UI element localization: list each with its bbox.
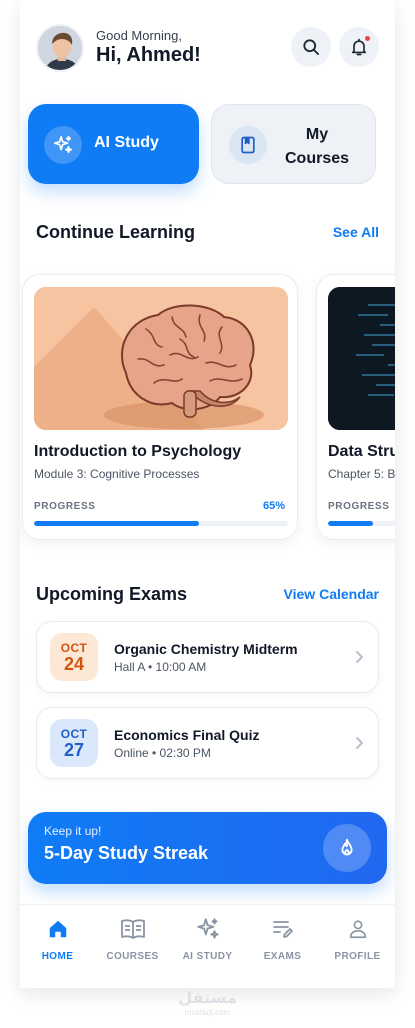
nav-label: PROFILE bbox=[334, 951, 381, 962]
nav-exams[interactable]: EXAMS bbox=[245, 915, 320, 962]
chevron-right-icon bbox=[356, 737, 363, 749]
course-module: Module 3: Cognitive Processes bbox=[34, 467, 200, 481]
course-card[interactable]: Introduction to Psychology Module 3: Cog… bbox=[22, 274, 298, 540]
search-icon bbox=[303, 39, 319, 55]
exam-day: 24 bbox=[63, 654, 85, 674]
sparkle-icon-wrap bbox=[44, 126, 82, 164]
exam-month: OCT bbox=[60, 727, 88, 741]
greeting-text: Good Morning, bbox=[96, 28, 182, 43]
ai-study-label: AI Study bbox=[94, 134, 159, 151]
streak-caption: Keep it up! bbox=[44, 824, 102, 838]
streak-title: 5-Day Study Streak bbox=[44, 843, 209, 863]
nav-label: COURSES bbox=[106, 951, 159, 962]
person-icon bbox=[349, 920, 366, 939]
exam-title: Organic Chemistry Midterm bbox=[114, 641, 298, 657]
study-streak-banner[interactable]: Keep it up! 5-Day Study Streak bbox=[28, 812, 387, 884]
progress-percent: 65% bbox=[262, 500, 285, 512]
my-courses-label: My Courses bbox=[284, 126, 350, 167]
user-greeting-name: Hi, Ahmed! bbox=[96, 44, 201, 66]
notifications-button[interactable] bbox=[339, 27, 379, 67]
nav-profile[interactable]: PROFILE bbox=[320, 915, 395, 962]
view-calendar-link[interactable]: View Calendar bbox=[284, 586, 379, 602]
see-all-link[interactable]: See All bbox=[333, 224, 379, 240]
watermark-logo: مستقل mostaql.com bbox=[0, 990, 415, 1017]
home-icon bbox=[49, 920, 66, 938]
exam-date: OCT 27 bbox=[50, 719, 98, 767]
bottom-nav: HOME COURSES AI STUDY EXAMS PROFILE bbox=[20, 904, 395, 988]
course-card[interactable]: Data Structures Chapter 5: Binary Trees … bbox=[316, 274, 395, 540]
nav-ai-study[interactable]: AI STUDY bbox=[170, 915, 245, 962]
nav-label: AI STUDY bbox=[182, 951, 233, 962]
course-title: Data Structures bbox=[328, 443, 395, 460]
course-module: Chapter 5: Binary Trees bbox=[328, 467, 395, 481]
progress-fill bbox=[34, 521, 200, 526]
notification-dot bbox=[365, 36, 370, 41]
course-title: Introduction to Psychology bbox=[34, 443, 242, 460]
header: Good Morning, Hi, Ahmed! bbox=[20, 22, 395, 74]
exam-details: Online • 02:30 PM bbox=[114, 746, 211, 760]
exam-month: OCT bbox=[60, 641, 88, 655]
flame-icon bbox=[341, 838, 353, 856]
avatar[interactable] bbox=[36, 24, 84, 72]
exam-day: 27 bbox=[63, 740, 85, 760]
exam-date: OCT 24 bbox=[50, 633, 98, 681]
app-screen: Good Morning, Hi, Ahmed! AI Study My Cou… bbox=[20, 0, 395, 988]
continue-learning-title: Continue Learning bbox=[36, 222, 195, 242]
streak-badge bbox=[323, 824, 371, 872]
chevron-right-icon bbox=[356, 651, 363, 663]
book-icon-wrap bbox=[229, 126, 267, 164]
code-screen-illustration bbox=[328, 287, 395, 430]
nav-home[interactable]: HOME bbox=[20, 915, 95, 962]
nav-label: HOME bbox=[41, 951, 74, 962]
progress-label: PROGRESS bbox=[328, 501, 390, 512]
search-button[interactable] bbox=[291, 27, 331, 67]
exam-item[interactable]: OCT 27 Economics Final Quiz Online • 02:… bbox=[36, 707, 379, 779]
edit-list-icon bbox=[272, 921, 293, 938]
bookmark-book-icon bbox=[241, 136, 255, 154]
watermark-url: mostaql.com bbox=[184, 1008, 231, 1017]
book-icon bbox=[120, 919, 145, 939]
progress-bar bbox=[34, 521, 288, 526]
brain-illustration bbox=[34, 287, 288, 430]
nav-courses[interactable]: COURSES bbox=[95, 915, 170, 962]
my-courses-button[interactable]: My Courses bbox=[211, 104, 376, 184]
ai-study-button[interactable]: AI Study bbox=[28, 104, 199, 184]
nav-label: EXAMS bbox=[263, 951, 302, 962]
sparkle-icon bbox=[53, 135, 73, 154]
sparkle-icon bbox=[196, 918, 219, 939]
progress-fill bbox=[328, 521, 373, 526]
upcoming-exams-title: Upcoming Exams bbox=[36, 584, 188, 604]
watermark-arabic: مستقل bbox=[178, 990, 237, 1007]
progress-label: PROGRESS bbox=[34, 501, 96, 512]
exam-title: Economics Final Quiz bbox=[114, 727, 260, 743]
exam-item[interactable]: OCT 24 Organic Chemistry Midterm Hall A … bbox=[36, 621, 379, 693]
exam-details: Hall A • 10:00 AM bbox=[114, 660, 207, 674]
progress-bar bbox=[328, 521, 395, 526]
